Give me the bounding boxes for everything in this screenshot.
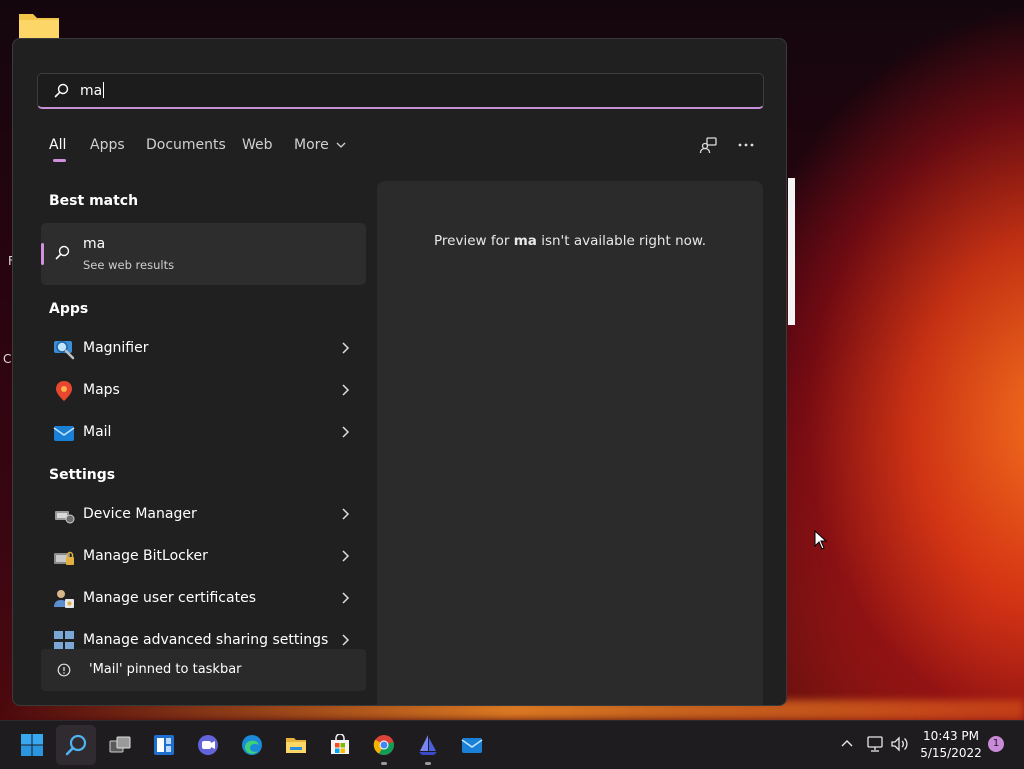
chrome-button[interactable] xyxy=(364,725,404,765)
best-match-subtitle: See web results xyxy=(83,258,175,272)
selection-accent xyxy=(41,243,44,265)
task-view-icon xyxy=(109,736,131,753)
windows-logo-icon xyxy=(21,734,43,756)
task-view-button[interactable] xyxy=(100,725,140,765)
clock-date: 5/15/2022 xyxy=(920,746,982,760)
taskbar: 10:43 PM 5/15/2022 xyxy=(0,720,1024,769)
search-panel: ma All Apps Documents Web More Best matc… xyxy=(12,38,787,706)
app-result-label: Maps xyxy=(83,382,120,398)
chevron-right-icon[interactable] xyxy=(340,633,350,647)
app-sailboat-button[interactable] xyxy=(408,725,448,765)
preview-suffix: isn't available right now. xyxy=(536,233,706,249)
apps-heading: Apps xyxy=(49,301,89,317)
setting-result-label: Device Manager xyxy=(83,506,197,522)
edge-button[interactable] xyxy=(232,725,272,765)
setting-result-label: Manage advanced sharing settings xyxy=(83,632,329,648)
app-result-maps[interactable]: Maps xyxy=(41,371,366,411)
running-indicator xyxy=(425,762,431,765)
notification-count-badge[interactable]: 1 xyxy=(988,736,1004,752)
tab-apps[interactable]: Apps xyxy=(90,137,125,153)
search-icon xyxy=(55,245,70,260)
app-result-magnifier[interactable]: Magnifier xyxy=(41,329,366,369)
network-icon[interactable] xyxy=(866,735,884,753)
search-input[interactable]: ma xyxy=(37,73,764,109)
more-options-icon[interactable] xyxy=(737,135,755,155)
store-icon xyxy=(331,734,349,754)
tab-more[interactable]: More xyxy=(294,137,346,153)
teams-chat-button[interactable] xyxy=(188,725,228,765)
preview-pane: Preview for ma isn't available right now… xyxy=(377,181,763,705)
bitlocker-icon xyxy=(54,551,74,565)
chevron-right-icon[interactable] xyxy=(340,341,350,355)
active-tab-indicator xyxy=(53,159,66,162)
best-match-web-result[interactable]: ma See web results xyxy=(41,223,366,285)
background-window-edge xyxy=(788,178,795,325)
chevron-right-icon[interactable] xyxy=(340,549,350,563)
maps-icon xyxy=(56,381,72,401)
preview-message: Preview for ma isn't available right now… xyxy=(377,233,763,249)
search-query-text[interactable]: ma xyxy=(80,82,105,99)
setting-result-manage-bitlocker[interactable]: Manage BitLocker xyxy=(41,537,366,577)
mail-icon xyxy=(53,426,75,441)
certificates-icon xyxy=(54,590,74,608)
search-icon xyxy=(65,734,87,756)
chrome-icon xyxy=(373,735,394,755)
setting-result-manage-user-certificates[interactable]: Manage user certificates xyxy=(41,579,366,619)
widgets-icon xyxy=(154,735,174,755)
chevron-down-icon xyxy=(336,142,346,148)
chevron-right-icon[interactable] xyxy=(340,425,350,439)
clock-time: 10:43 PM xyxy=(923,729,979,743)
settings-heading: Settings xyxy=(49,467,116,483)
tab-more-label: More xyxy=(294,137,329,153)
preview-query: ma xyxy=(513,233,537,249)
chat-icon xyxy=(198,735,218,755)
file-explorer-icon xyxy=(286,738,306,753)
app-result-mail[interactable]: Mail xyxy=(41,413,366,453)
info-icon xyxy=(57,663,71,677)
chevron-right-icon[interactable] xyxy=(340,591,350,605)
magnifier-icon xyxy=(54,341,75,360)
tab-documents[interactable]: Documents xyxy=(146,137,226,153)
toast-text: 'Mail' pinned to taskbar xyxy=(89,662,242,677)
chevron-right-icon[interactable] xyxy=(340,383,350,397)
tab-web[interactable]: Web xyxy=(242,137,273,153)
pinned-notification-toast: 'Mail' pinned to taskbar xyxy=(41,649,366,691)
desktop-icon-label-fragment: C xyxy=(3,352,12,366)
best-match-heading: Best match xyxy=(49,193,139,209)
microsoft-store-button[interactable] xyxy=(320,725,360,765)
setting-result-label: Manage user certificates xyxy=(83,590,256,606)
start-button[interactable] xyxy=(12,725,52,765)
show-hidden-icons-chevron-up-icon[interactable] xyxy=(840,737,854,749)
tab-all[interactable]: All xyxy=(49,137,66,153)
taskbar-search-button[interactable] xyxy=(56,725,96,765)
mail-taskbar-button[interactable] xyxy=(452,725,492,765)
setting-result-label: Manage BitLocker xyxy=(83,548,208,564)
app-result-label: Magnifier xyxy=(83,340,149,356)
folder-icon[interactable] xyxy=(18,10,60,40)
app-result-label: Mail xyxy=(83,424,112,440)
text-caret xyxy=(103,82,105,98)
best-match-title: ma xyxy=(83,236,106,252)
edge-icon xyxy=(242,735,262,755)
running-indicator xyxy=(381,762,387,765)
search-icon xyxy=(54,83,69,98)
widgets-button[interactable] xyxy=(144,725,184,765)
system-clock[interactable]: 10:43 PM 5/15/2022 xyxy=(918,728,984,762)
chevron-right-icon[interactable] xyxy=(340,507,350,521)
mouse-cursor-icon xyxy=(814,530,828,550)
device-manager-icon xyxy=(55,511,75,524)
setting-result-device-manager[interactable]: Device Manager xyxy=(41,495,366,535)
preview-prefix: Preview for xyxy=(434,233,514,249)
volume-icon[interactable] xyxy=(890,735,910,753)
mail-icon xyxy=(461,738,483,753)
file-explorer-button[interactable] xyxy=(276,725,316,765)
switch-account-icon[interactable] xyxy=(699,135,719,155)
sailboat-app-icon xyxy=(419,735,437,755)
